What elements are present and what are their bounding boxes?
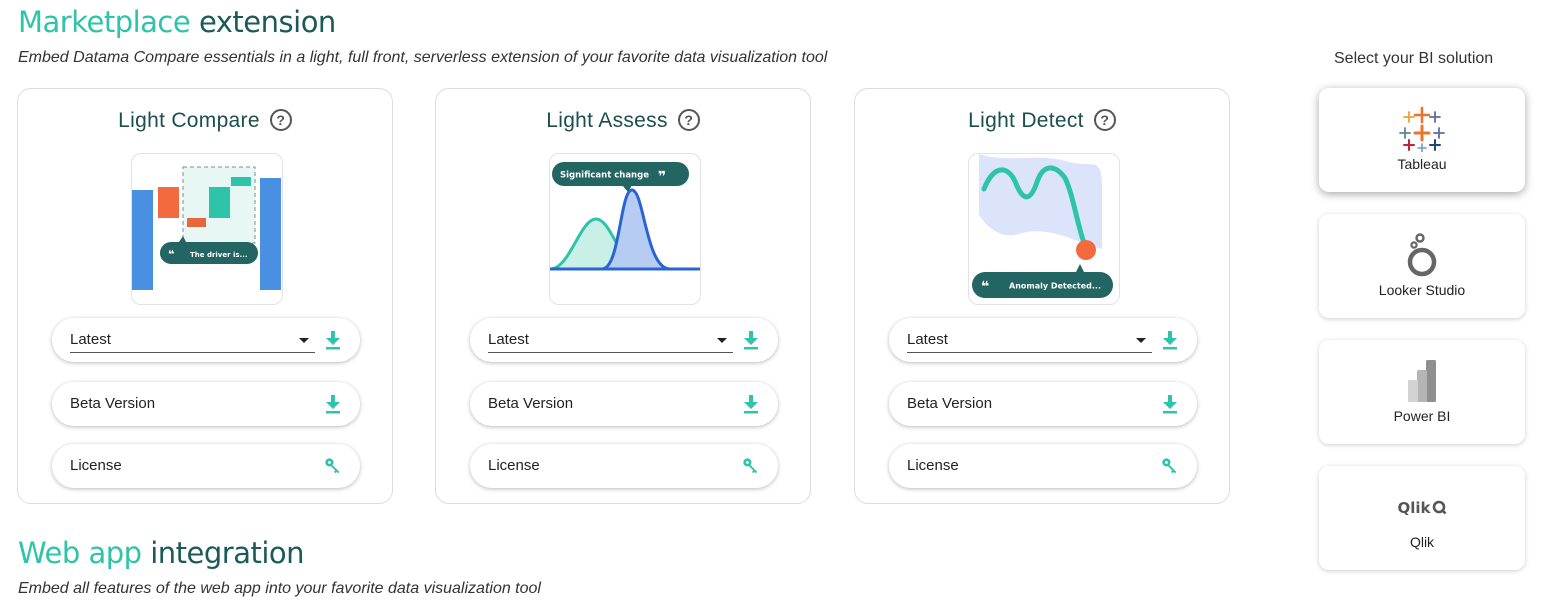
help-icon[interactable]: ? [677, 109, 700, 131]
card-title-light-assess: Light Assess? [436, 109, 810, 133]
bi-option-label: Tableau [1397, 156, 1447, 172]
beta-version-label: Beta Version [907, 395, 993, 412]
license-row[interactable]: License [889, 444, 1197, 488]
bar-right [260, 178, 281, 290]
version-dropdown[interactable]: Latest [907, 330, 1152, 353]
version-select[interactable]: Latest [470, 318, 778, 362]
bubble-text: Significant change [560, 171, 649, 181]
license-label: License [488, 457, 540, 474]
tableau-logo-icon [1399, 106, 1445, 152]
key-icon[interactable] [1161, 456, 1179, 476]
anomaly-illustration: ❝ Anomaly Detected... [972, 154, 1113, 298]
qlik-logo-icon: Qlik [1319, 499, 1525, 517]
distribution-illustration: Significant change ❞ [550, 162, 700, 271]
marketplace-title-part1: Marketplace [18, 5, 191, 39]
caret-down-icon [1136, 338, 1146, 343]
bar-orange-2 [187, 218, 206, 227]
bi-option-tableau[interactable]: Tableau [1319, 88, 1525, 192]
download-icon[interactable] [324, 330, 342, 350]
help-icon[interactable]: ? [1093, 109, 1116, 131]
marketplace-subtitle: Embed Datama Compare essentials in a lig… [18, 49, 828, 66]
light-assess-card: Light Assess? Significant change ❞ Lates… [435, 88, 811, 504]
looker-studio-logo-icon [1407, 233, 1437, 277]
download-icon[interactable] [1161, 330, 1179, 350]
compare-chart-illustration: ❝ The driver is... [132, 166, 281, 290]
version-dropdown[interactable]: Latest [488, 330, 733, 353]
version-select[interactable]: Latest [52, 318, 360, 362]
key-icon[interactable] [324, 456, 342, 476]
version-dropdown[interactable]: Latest [70, 330, 315, 353]
beta-version-download[interactable]: Beta Version [889, 382, 1197, 426]
webapp-title: Web app integration [18, 536, 305, 570]
download-icon[interactable] [742, 330, 760, 350]
download-icon[interactable] [324, 394, 342, 414]
help-icon[interactable]: ? [269, 109, 292, 131]
card-title-light-detect: Light Detect? [855, 109, 1229, 133]
webapp-title-part2: integration [150, 536, 305, 570]
webapp-title-part1: Web app [18, 536, 142, 570]
bi-option-label: Qlik [1409, 534, 1435, 550]
quote-glyph: ❞ [658, 169, 666, 185]
version-select[interactable]: Latest [889, 318, 1197, 362]
card-title-text: Light Assess [546, 109, 668, 132]
bubble-text: Anomaly Detected... [1009, 282, 1101, 291]
version-select-value: Latest [488, 331, 529, 348]
download-icon[interactable] [742, 394, 760, 414]
license-row[interactable]: License [52, 444, 360, 488]
card-title-text: Light Detect [968, 109, 1084, 132]
beta-version-download[interactable]: Beta Version [52, 382, 360, 426]
bubble-text: The driver is... [190, 251, 248, 259]
bi-option-looker-studio[interactable]: Looker Studio [1319, 214, 1525, 318]
bi-option-label: Looker Studio [1378, 282, 1466, 298]
anomaly-point [1076, 240, 1096, 260]
marketplace-title-part2: extension [198, 5, 336, 39]
version-select-value: Latest [70, 331, 111, 348]
bar-teal-1 [209, 187, 230, 218]
card-title-text: Light Compare [118, 109, 260, 132]
bar-orange-1 [158, 187, 179, 218]
marketplace-title: Marketplace extension [18, 8, 336, 37]
bi-selector-label: Select your BI solution [1334, 50, 1494, 67]
light-assess-illustration: Significant change ❞ [549, 153, 701, 305]
webapp-subtitle: Embed all features of the web app into y… [18, 580, 541, 597]
caret-down-icon [299, 338, 309, 343]
power-bi-logo-icon [1408, 360, 1436, 402]
qlik-magnifier-icon [1432, 500, 1446, 515]
caret-down-icon [717, 338, 727, 343]
light-compare-illustration: ❝ The driver is... [131, 153, 283, 305]
light-compare-card: Light Compare? ❝ The driver is... Latest… [17, 88, 393, 504]
version-select-value: Latest [907, 331, 948, 348]
light-detect-card: Light Detect? ❝ Anomaly Detected... Late… [854, 88, 1230, 504]
qlik-logo-text: Qlik [1397, 499, 1431, 517]
license-label: License [70, 457, 122, 474]
light-detect-illustration: ❝ Anomaly Detected... [968, 153, 1120, 305]
quote-glyph: ❝ [981, 279, 989, 295]
license-row[interactable]: License [470, 444, 778, 488]
bar-left [132, 190, 153, 290]
bar-teal-2 [231, 177, 251, 186]
beta-version-label: Beta Version [488, 395, 574, 412]
card-title-light-compare: Light Compare? [18, 109, 392, 133]
bi-option-qlik[interactable]: Qlik Qlik [1319, 466, 1525, 570]
download-icon[interactable] [1161, 394, 1179, 414]
bi-option-label: Power BI [1393, 408, 1451, 424]
license-label: License [907, 457, 959, 474]
beta-version-label: Beta Version [70, 395, 156, 412]
quote-glyph: ❝ [168, 248, 174, 261]
bi-option-power-bi[interactable]: Power BI [1319, 340, 1525, 444]
beta-version-download[interactable]: Beta Version [470, 382, 778, 426]
key-icon[interactable] [742, 456, 760, 476]
